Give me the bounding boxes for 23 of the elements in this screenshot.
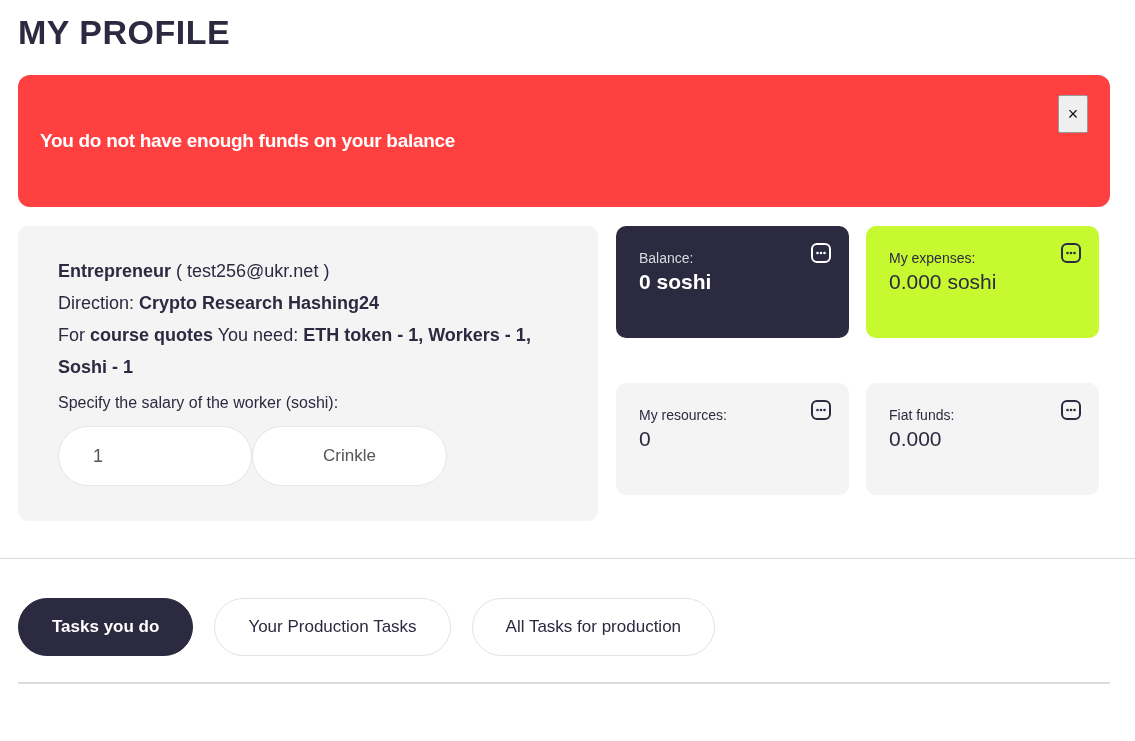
profile-info-text: For course quotes You need: ETH token - 1, Workers - 1, Soshi - 1: [58, 324, 532, 379]
tab[interactable]: Your Production Tasks: [214, 598, 451, 656]
stat-value: 0 soshi: [639, 269, 712, 295]
submit-button[interactable]: Crinkle: [252, 426, 447, 486]
stat-label: Balance:: [639, 249, 695, 268]
stat-label: Fiat funds:: [889, 406, 955, 425]
stat-value: 0: [639, 426, 652, 452]
tab[interactable]: Tasks you do: [18, 598, 194, 656]
close-button[interactable]: ×: [1058, 95, 1088, 133]
salary-input-field[interactable]: 1: [58, 426, 252, 486]
alert-message: You do not have enough funds on your balance: [40, 128, 455, 153]
tab[interactable]: All Tasks for production: [471, 598, 716, 656]
more-icon[interactable]: [811, 400, 831, 420]
profile-info-text: Entrepreneur ( test256@ukr.net ): [58, 260, 331, 283]
profile-info-text: Direction: Crypto Research Hashing24: [58, 292, 381, 315]
more-icon[interactable]: [1061, 400, 1081, 420]
page-title: MY PROFILE: [18, 12, 232, 52]
stat-value: 0.000 soshi: [889, 269, 997, 295]
salary-label: Specify the salary of the worker (soshi):: [58, 393, 340, 413]
stat-label: My resources:: [639, 406, 727, 425]
stat-value: 0.000: [889, 426, 943, 452]
more-icon[interactable]: [1061, 243, 1081, 263]
stat-label: My expenses:: [889, 249, 977, 268]
